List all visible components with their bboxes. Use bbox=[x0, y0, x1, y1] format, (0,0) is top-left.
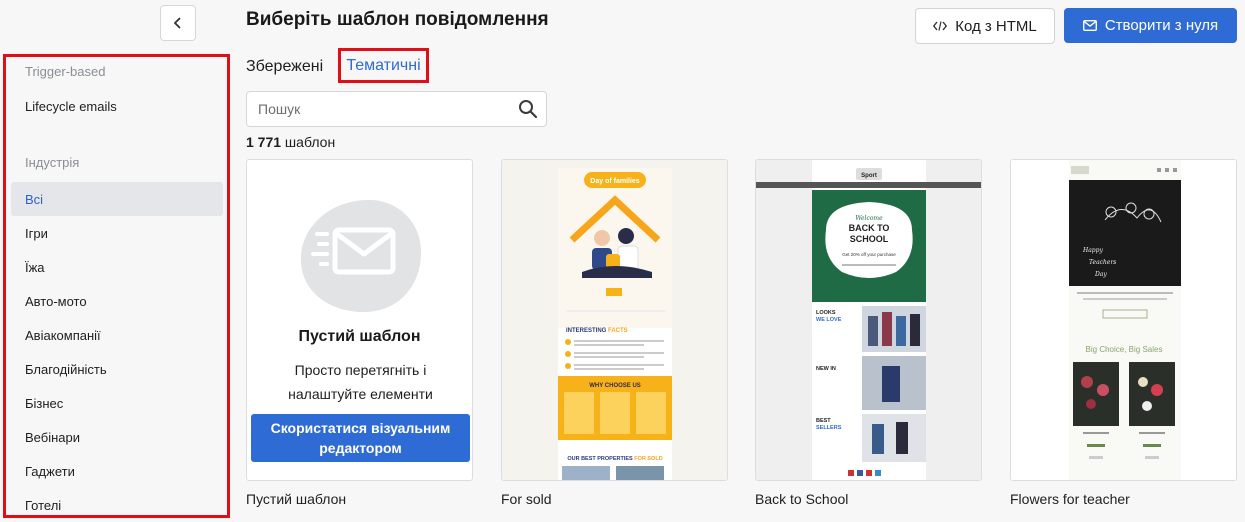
svg-text:INTERESTING FACTS: INTERESTING FACTS bbox=[566, 328, 628, 334]
search-icon[interactable] bbox=[518, 99, 538, 119]
use-visual-editor-button[interactable]: Скористатися візуальним редактором bbox=[251, 414, 470, 462]
template-count: 1 771 шаблон bbox=[246, 134, 335, 150]
category-sidebar: Trigger-based Lifecycle emails Індустрія… bbox=[3, 54, 230, 518]
flowers-for-teacher-thumbnail: Happy Teachers Day Big Choice, Big Sales bbox=[1011, 160, 1236, 480]
offer-text: Get 20% off your purchase bbox=[842, 252, 896, 257]
for-sold-hero-text: Day of families bbox=[590, 178, 640, 185]
code-from-html-button[interactable]: Код з HTML bbox=[915, 8, 1055, 44]
page-title: Виберіть шаблон повідомлення bbox=[246, 9, 549, 30]
sidebar-item-games[interactable]: Ігри bbox=[11, 216, 223, 250]
sidebar-item-lifecycle[interactable]: Lifecycle emails bbox=[11, 89, 223, 123]
template-count-number: 1 771 bbox=[246, 134, 282, 150]
template-picker: Trigger-based Lifecycle emails Індустрія… bbox=[0, 0, 1245, 522]
card-caption-back-to-school: Back to School bbox=[755, 491, 849, 507]
sidebar-item-gadgets[interactable]: Гаджети bbox=[11, 454, 223, 488]
school-text: SCHOOL bbox=[850, 234, 889, 244]
card-caption-blank: Пустий шаблон bbox=[246, 491, 347, 507]
happy-text: Happy bbox=[1082, 247, 1103, 254]
back-to-text: BACK TO bbox=[849, 223, 890, 233]
sidebar-item-hotels[interactable]: Готелі bbox=[11, 488, 223, 522]
sidebar-item-business[interactable]: Бізнес bbox=[11, 386, 223, 420]
sidebar-heading-trigger: Trigger-based bbox=[25, 63, 106, 79]
tab-saved[interactable]: Збережені bbox=[246, 58, 323, 76]
facts-heading-b: FACTS bbox=[608, 328, 628, 334]
collapse-sidebar-button[interactable] bbox=[160, 5, 196, 41]
card-caption-flowers-for-teacher: Flowers for teacher bbox=[1010, 491, 1130, 507]
sellers-text: SELLERS bbox=[816, 425, 842, 431]
sidebar-item-airlines[interactable]: Авіакомпанії bbox=[11, 318, 223, 352]
brand-sport-text: Sport bbox=[861, 173, 877, 179]
template-card-blank[interactable]: Пустий шаблон Просто перетягніть і налаш… bbox=[246, 159, 473, 481]
template-card-flowers-for-teacher[interactable]: Happy Teachers Day Big Choice, Big Sales bbox=[1010, 159, 1237, 481]
big-choice-text: Big Choice, Big Sales bbox=[1086, 345, 1163, 354]
we-love-text: WE LOVE bbox=[816, 317, 842, 323]
code-icon bbox=[933, 21, 948, 31]
sidebar-item-auto-moto[interactable]: Авто-мото bbox=[11, 284, 223, 318]
template-card-back-to-school[interactable]: Sport Welcome BACK TO SCHOOL Get 20% off… bbox=[755, 159, 982, 481]
welcome-text: Welcome bbox=[855, 215, 883, 222]
teachers-text: Teachers bbox=[1089, 259, 1116, 266]
search-box bbox=[246, 91, 547, 127]
code-from-html-label: Код з HTML bbox=[955, 17, 1037, 35]
day-text: Day bbox=[1094, 271, 1107, 278]
sidebar-item-all[interactable]: Всі bbox=[11, 182, 223, 216]
envelope-illustration-icon bbox=[300, 199, 422, 313]
why-choose-text: WHY CHOOSE US bbox=[589, 383, 641, 389]
sidebar-item-charity[interactable]: Благодійність bbox=[11, 352, 223, 386]
template-card-for-sold[interactable]: Day of families INTERESTING FACTS WHY CH… bbox=[501, 159, 728, 481]
blank-template-description: Просто перетягніть і налаштуйте елементи bbox=[288, 362, 433, 402]
tab-thematic-label: Тематичні bbox=[346, 56, 421, 74]
blank-template-title: Пустий шаблон bbox=[298, 328, 421, 345]
looks-text: LOOKS bbox=[816, 310, 836, 316]
tab-thematic[interactable]: Тематичні bbox=[338, 48, 429, 83]
envelope-icon bbox=[1082, 20, 1097, 31]
new-in-text: NEW IN bbox=[816, 366, 836, 372]
create-from-scratch-button[interactable]: Створити з нуля bbox=[1064, 8, 1237, 43]
chevron-left-icon bbox=[173, 17, 181, 29]
sidebar-item-webinars[interactable]: Вебінари bbox=[11, 420, 223, 454]
sidebar-heading-industry: Індустрія bbox=[25, 154, 80, 170]
card-caption-for-sold: For sold bbox=[501, 491, 552, 507]
back-to-school-thumbnail: Sport Welcome BACK TO SCHOOL Get 20% off… bbox=[756, 160, 981, 480]
properties-heading-a: OUR BEST PROPERTIES bbox=[567, 456, 634, 462]
svg-text:OUR BEST PROPERTIES FOR SOLD: OUR BEST PROPERTIES FOR SOLD bbox=[567, 456, 662, 462]
best-text: BEST bbox=[816, 418, 831, 424]
properties-heading-b: FOR SOLD bbox=[634, 456, 662, 462]
sidebar-item-food[interactable]: Їжа bbox=[11, 250, 223, 284]
facts-heading-a: INTERESTING bbox=[566, 328, 608, 334]
create-from-scratch-label: Створити з нуля bbox=[1104, 17, 1219, 34]
template-count-suffix: шаблон bbox=[281, 134, 336, 150]
search-input[interactable] bbox=[247, 92, 507, 126]
for-sold-thumbnail: Day of families INTERESTING FACTS WHY CH… bbox=[502, 160, 727, 480]
